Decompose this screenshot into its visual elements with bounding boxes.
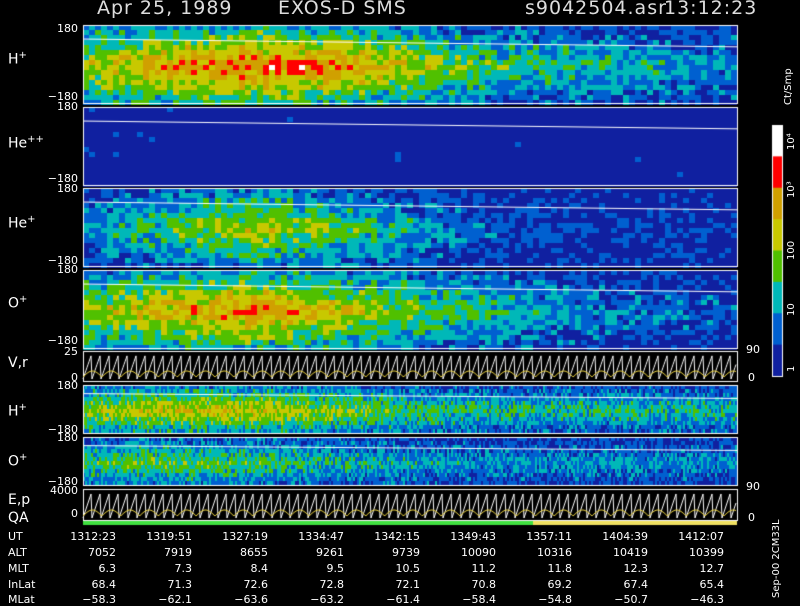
table-cell: 10.5 [395, 562, 421, 575]
table-cell: 8.4 [250, 562, 269, 575]
table-cell: 1312:23 [70, 530, 116, 543]
tick-p8-bottom: 0 [71, 507, 78, 520]
table-cell: 69.2 [547, 578, 573, 591]
tick-p3-top: 180 [57, 182, 78, 195]
rtick-p5-top: 90 [746, 343, 760, 356]
tick-p8-top: 4000 [50, 484, 78, 497]
table-cell: 1334:47 [298, 530, 344, 543]
table-cell: 1342:15 [374, 530, 420, 543]
table-cell: 1327:19 [222, 530, 268, 543]
table-cell: 6.3 [98, 562, 117, 575]
table-cell: 68.4 [91, 578, 117, 591]
tick-p2-top: 180 [57, 100, 78, 113]
table-cell: 10419 [613, 546, 648, 559]
table-cell: 65.4 [699, 578, 725, 591]
table-cell: 67.4 [623, 578, 649, 591]
table-row-label: ALT [8, 546, 27, 559]
table-row-label: InLat [8, 578, 36, 591]
header-file: s9042504.asr [525, 0, 667, 19]
colorbar-label-10: 10 [786, 303, 797, 316]
table-cell: 1319:51 [146, 530, 192, 543]
table-cell: 7052 [88, 546, 116, 559]
table-cell: 1404:39 [602, 530, 648, 543]
header-time: 13:12:23 [664, 0, 758, 19]
table-cell: 71.3 [167, 578, 193, 591]
colorbar-label-1: 1 [786, 365, 797, 372]
header-date: Apr 25, 1989 [97, 0, 233, 19]
table-cell: 11.2 [471, 562, 497, 575]
table-cell: 7919 [164, 546, 192, 559]
colorbar-label-1e3: 10³ [786, 181, 797, 198]
table-cell: 72.8 [319, 578, 345, 591]
panel-label-v-r: V,r [8, 355, 28, 371]
footer-side-label: Sep-00 2CM33L [771, 519, 782, 598]
table-cell: 10399 [689, 546, 724, 559]
tick-p1-top: 180 [57, 22, 78, 35]
table-row-label: UT [8, 530, 23, 543]
tick-p7-top: 180 [57, 431, 78, 444]
table-cell: 70.8 [471, 578, 497, 591]
table-cell: 72.6 [243, 578, 269, 591]
colorbar-label-1e4: 10⁴ [786, 133, 797, 150]
table-cell: 10090 [461, 546, 496, 559]
header-instrument: EXOS-D SMS [278, 0, 407, 19]
tick-p4-top: 180 [57, 263, 78, 276]
panel-label-he-plus: He+ [8, 214, 36, 232]
spectrogram-canvas [0, 0, 800, 600]
panel-label-he-plusplus: He++ [8, 134, 44, 152]
table-cell: 1412:07 [678, 530, 724, 543]
panel-label-h-plus: H+ [8, 50, 27, 68]
panel-label-h-plus-2: H+ [8, 402, 27, 420]
table-cell: 8655 [240, 546, 268, 559]
tick-p5-top: 25 [64, 345, 78, 358]
table-cell: 72.1 [395, 578, 421, 591]
table-cell: 9.5 [326, 562, 345, 575]
colorbar-label-100: 100 [786, 240, 797, 260]
colorbar-unit: Ct/Smp [783, 68, 794, 105]
tick-p6-top: 180 [57, 379, 78, 392]
table-cell: 7.3 [174, 562, 193, 575]
table-cell: 1349:43 [450, 530, 496, 543]
qa-label: QA [8, 510, 29, 526]
table-row-label: MLT [8, 562, 29, 575]
panel-label-o-plus: O+ [8, 294, 28, 312]
rtick-p8-top: 90 [746, 480, 760, 493]
table-cell: 9261 [316, 546, 344, 559]
table-cell: 12.7 [699, 562, 725, 575]
table-cell: 9739 [392, 546, 420, 559]
rtick-p8-bottom: 0 [748, 511, 755, 524]
panel-label-e-p: E,p [8, 492, 31, 508]
panel-label-o-plus-2: O+ [8, 452, 28, 470]
rtick-p5-bottom: 0 [748, 371, 755, 384]
table-cell: 10316 [537, 546, 572, 559]
table-cell: 12.3 [623, 562, 649, 575]
table-cell: 1357:11 [526, 530, 572, 543]
table-cell: 11.8 [547, 562, 573, 575]
